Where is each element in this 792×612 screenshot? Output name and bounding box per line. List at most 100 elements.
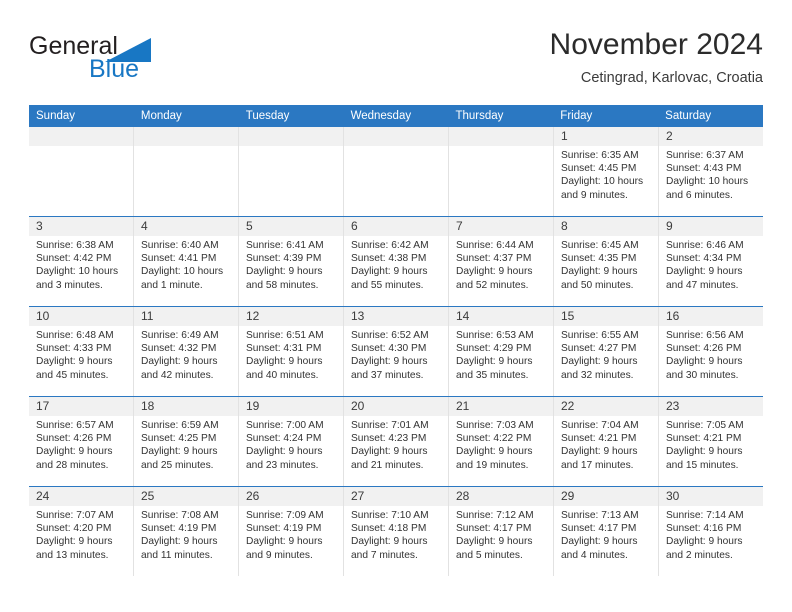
- day-number: 13: [344, 307, 448, 326]
- sunset-text: Sunset: 4:30 PM: [351, 343, 427, 355]
- sunset-text: Sunset: 4:43 PM: [666, 163, 742, 175]
- calendar-day-cell[interactable]: 10 Sunrise: 6:48 AM Sunset: 4:33 PM Dayligh…: [29, 307, 133, 396]
- weekday-header-saturday: Saturday: [665, 110, 712, 122]
- day-sun-info: Sunrise: 6:57 AM Sunset: 4:26 PM Daylight:…: [29, 416, 133, 472]
- sunrise-text: Sunrise: 6:48 AM: [36, 330, 114, 341]
- day-number: 30: [659, 487, 763, 506]
- calendar-day-cell[interactable]: 9 Sunrise: 6:46 AM Sunset: 4:34 PM Daylight…: [658, 217, 763, 306]
- calendar-day-cell[interactable]: 27 Sunrise: 7:10 AM Sunset: 4:18 PM Dayligh…: [343, 487, 448, 576]
- sunrise-text: Sunrise: 7:07 AM: [36, 510, 114, 521]
- calendar-day-cell[interactable]: 11 Sunrise: 6:49 AM Sunset: 4:32 PM Dayligh…: [133, 307, 238, 396]
- sunset-text: Sunset: 4:33 PM: [36, 343, 112, 355]
- calendar-day-cell[interactable]: 6 Sunrise: 6:42 AM Sunset: 4:38 PM Daylight…: [343, 217, 448, 306]
- calendar-day-cell[interactable]: 22 Sunrise: 7:04 AM Sunset: 4:21 PM Dayligh…: [553, 397, 658, 486]
- calendar-day-cell[interactable]: 8 Sunrise: 6:45 AM Sunset: 4:35 PM Daylight…: [553, 217, 658, 306]
- daylight-text-line1: Daylight: 9 hours: [456, 356, 533, 368]
- daylight-text-line1: Daylight: 9 hours: [246, 356, 323, 368]
- calendar-day-cell[interactable]: 13 Sunrise: 6:52 AM Sunset: 4:30 PM Dayligh…: [343, 307, 448, 396]
- calendar-day-cell[interactable]: 19 Sunrise: 7:00 AM Sunset: 4:24 PM Dayligh…: [238, 397, 343, 486]
- calendar-day-cell[interactable]: 14 Sunrise: 6:53 AM Sunset: 4:29 PM Dayligh…: [448, 307, 553, 396]
- calendar-day-cell[interactable]: 20 Sunrise: 7:01 AM Sunset: 4:23 PM Dayligh…: [343, 397, 448, 486]
- day-number: 4: [134, 217, 238, 236]
- page-header: General Blue November 2024 Cetingrad, Ka…: [29, 28, 763, 98]
- calendar-day-cell[interactable]: 18 Sunrise: 6:59 AM Sunset: 4:25 PM Dayligh…: [133, 397, 238, 486]
- sunrise-text: Sunrise: 7:05 AM: [666, 420, 744, 431]
- day-sun-info: Sunrise: 6:44 AM Sunset: 4:37 PM Daylight:…: [449, 236, 553, 292]
- calendar-day-cell-empty: [238, 127, 343, 216]
- daylight-text-line1: Daylight: 9 hours: [666, 536, 743, 548]
- sunrise-text: Sunrise: 6:49 AM: [141, 330, 219, 341]
- calendar-day-cell[interactable]: 30 Sunrise: 7:14 AM Sunset: 4:16 PM Dayligh…: [658, 487, 763, 576]
- day-sun-info: Sunrise: 6:59 AM Sunset: 4:25 PM Daylight:…: [134, 416, 238, 472]
- day-sun-info: Sunrise: 7:09 AM Sunset: 4:19 PM Daylight:…: [239, 506, 343, 562]
- daylight-text-line1: Daylight: 10 hours: [666, 176, 749, 188]
- calendar-day-cell[interactable]: 1 Sunrise: 6:35 AM Sunset: 4:45 PM Daylight…: [553, 127, 658, 216]
- calendar-day-cell[interactable]: 5 Sunrise: 6:41 AM Sunset: 4:39 PM Daylight…: [238, 217, 343, 306]
- sunset-text: Sunset: 4:24 PM: [246, 433, 322, 445]
- calendar-day-cell[interactable]: 12 Sunrise: 6:51 AM Sunset: 4:31 PM Dayligh…: [238, 307, 343, 396]
- sunrise-text: Sunrise: 6:42 AM: [351, 240, 429, 251]
- calendar-grid: Sunday Monday Tuesday Wednesday Thursday Frid…: [29, 105, 763, 576]
- daylight-text-line2: and 47 minutes.: [666, 279, 739, 291]
- sunrise-text: Sunrise: 6:38 AM: [36, 240, 114, 251]
- daylight-text-line1: Daylight: 9 hours: [141, 536, 218, 548]
- daylight-text-line1: Daylight: 9 hours: [246, 446, 323, 458]
- daylight-text-line1: Daylight: 9 hours: [246, 536, 323, 548]
- day-sun-info: Sunrise: 7:01 AM Sunset: 4:23 PM Daylight:…: [344, 416, 448, 472]
- daylight-text-line1: Daylight: 9 hours: [561, 446, 638, 458]
- calendar-day-cell[interactable]: 25 Sunrise: 7:08 AM Sunset: 4:19 PM Dayligh…: [133, 487, 238, 576]
- calendar-day-cell[interactable]: 29 Sunrise: 7:13 AM Sunset: 4:17 PM Dayligh…: [553, 487, 658, 576]
- calendar-day-cell[interactable]: 3 Sunrise: 6:38 AM Sunset: 4:42 PM Daylight…: [29, 217, 133, 306]
- general-blue-logo[interactable]: General Blue: [29, 32, 269, 92]
- day-number: 5: [239, 217, 343, 236]
- sunset-text: Sunset: 4:42 PM: [36, 253, 112, 265]
- daylight-text-line2: and 9 minutes.: [561, 189, 628, 201]
- sunrise-text: Sunrise: 6:56 AM: [666, 330, 744, 341]
- sunset-text: Sunset: 4:19 PM: [246, 523, 322, 535]
- daylight-text-line2: and 13 minutes.: [36, 549, 109, 561]
- day-number: 14: [449, 307, 553, 326]
- calendar-week-row: 10 Sunrise: 6:48 AM Sunset: 4:33 PM Dayligh…: [29, 306, 763, 396]
- calendar-day-cell[interactable]: 26 Sunrise: 7:09 AM Sunset: 4:19 PM Dayligh…: [238, 487, 343, 576]
- sunset-text: Sunset: 4:17 PM: [456, 523, 532, 535]
- calendar-day-cell[interactable]: 7 Sunrise: 6:44 AM Sunset: 4:37 PM Daylight…: [448, 217, 553, 306]
- daylight-text-line2: and 21 minutes.: [351, 459, 424, 471]
- day-sun-info: Sunrise: 7:12 AM Sunset: 4:17 PM Daylight:…: [449, 506, 553, 562]
- day-sun-info: Sunrise: 6:53 AM Sunset: 4:29 PM Daylight:…: [449, 326, 553, 382]
- calendar-day-cell[interactable]: 23 Sunrise: 7:05 AM Sunset: 4:21 PM Dayligh…: [658, 397, 763, 486]
- daylight-text-line2: and 45 minutes.: [36, 369, 109, 381]
- calendar-day-cell[interactable]: 16 Sunrise: 6:56 AM Sunset: 4:26 PM Dayligh…: [658, 307, 763, 396]
- calendar-day-cell[interactable]: 28 Sunrise: 7:12 AM Sunset: 4:17 PM Dayligh…: [448, 487, 553, 576]
- calendar-day-cell[interactable]: 2 Sunrise: 6:37 AM Sunset: 4:43 PM Daylight…: [658, 127, 763, 216]
- weekday-header-friday: Friday: [560, 110, 593, 122]
- sunset-text: Sunset: 4:21 PM: [666, 433, 742, 445]
- day-number: [344, 127, 448, 146]
- sunrise-text: Sunrise: 7:08 AM: [141, 510, 219, 521]
- daylight-text-line1: Daylight: 9 hours: [141, 356, 218, 368]
- daylight-text-line1: Daylight: 10 hours: [141, 266, 224, 278]
- daylight-text-line1: Daylight: 10 hours: [36, 266, 119, 278]
- sunrise-text: Sunrise: 7:10 AM: [351, 510, 429, 521]
- weekday-header-tuesday: Tuesday: [245, 110, 290, 122]
- daylight-text-line2: and 3 minutes.: [36, 279, 103, 291]
- day-number: 19: [239, 397, 343, 416]
- sunrise-text: Sunrise: 6:55 AM: [561, 330, 639, 341]
- sunset-text: Sunset: 4:38 PM: [351, 253, 427, 265]
- calendar-day-cell[interactable]: 21 Sunrise: 7:03 AM Sunset: 4:22 PM Dayligh…: [448, 397, 553, 486]
- day-number: 12: [239, 307, 343, 326]
- calendar-day-cell[interactable]: 4 Sunrise: 6:40 AM Sunset: 4:41 PM Daylight…: [133, 217, 238, 306]
- daylight-text-line2: and 15 minutes.: [666, 459, 739, 471]
- calendar-day-cell[interactable]: 15 Sunrise: 6:55 AM Sunset: 4:27 PM Dayligh…: [553, 307, 658, 396]
- day-sun-info: Sunrise: 7:08 AM Sunset: 4:19 PM Daylight:…: [134, 506, 238, 562]
- calendar-day-cell[interactable]: 17 Sunrise: 6:57 AM Sunset: 4:26 PM Dayligh…: [29, 397, 133, 486]
- logo-text-blue: Blue: [89, 55, 140, 83]
- day-sun-info: Sunrise: 7:14 AM Sunset: 4:16 PM Daylight:…: [659, 506, 763, 562]
- daylight-text-line1: Daylight: 9 hours: [351, 356, 428, 368]
- day-number: 6: [344, 217, 448, 236]
- daylight-text-line1: Daylight: 9 hours: [456, 536, 533, 548]
- calendar-day-cell[interactable]: 24 Sunrise: 7:07 AM Sunset: 4:20 PM Dayligh…: [29, 487, 133, 576]
- sunrise-text: Sunrise: 6:44 AM: [456, 240, 534, 251]
- sunset-text: Sunset: 4:35 PM: [561, 253, 637, 265]
- day-sun-info: Sunrise: 6:37 AM Sunset: 4:43 PM Daylight:…: [659, 146, 763, 202]
- weekday-header-wednesday: Wednesday: [350, 110, 412, 122]
